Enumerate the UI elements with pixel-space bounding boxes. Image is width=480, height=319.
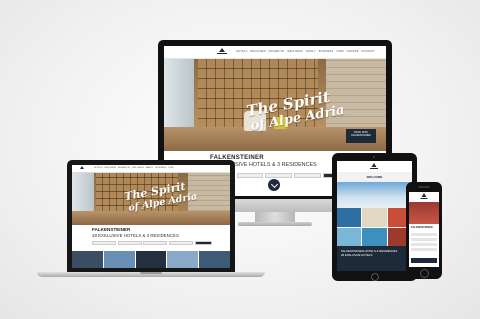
falkensteiner-logo-icon[interactable] — [368, 162, 380, 170]
nav-item[interactable]: FAMILY — [146, 167, 154, 169]
booking-search-button[interactable] — [194, 241, 212, 245]
falkensteiner-logo-icon[interactable] — [419, 193, 429, 200]
falkensteiner-logo-icon[interactable] — [77, 166, 87, 171]
tile[interactable] — [337, 208, 362, 227]
tablet-home-button[interactable] — [371, 273, 379, 281]
nav-item[interactable]: WELLNESS — [287, 50, 303, 53]
booking-field[interactable] — [168, 241, 193, 245]
nav-item[interactable]: ANGEBOTE — [268, 50, 284, 53]
laptop-hero-image: The Spirit of Alpe Adria — [72, 173, 230, 225]
booking-field[interactable] — [236, 173, 264, 178]
phone-speaker — [418, 186, 430, 188]
laptop-site-nav[interactable]: HOTELS REGIONEN ANGEBOTE WELLNESS FAMILY… — [94, 167, 174, 169]
booking-field[interactable] — [117, 241, 142, 245]
nav-item[interactable]: GRUPPE — [347, 50, 359, 53]
laptop-site-header: HOTELS REGIONEN ANGEBOTE WELLNESS FAMILY… — [72, 165, 230, 173]
teaser-tile[interactable] — [72, 251, 103, 268]
floor-decor — [72, 211, 230, 225]
nav-item[interactable]: FAMILY — [306, 50, 316, 53]
tablet-site-header — [337, 161, 412, 172]
phone-site-header — [409, 192, 439, 202]
phone-screen: FALKENSTEINER — [409, 192, 439, 267]
laptop-notch — [140, 272, 162, 274]
phone-hero-image — [409, 202, 439, 224]
tile[interactable] — [362, 227, 387, 246]
scroll-down-icon[interactable] — [268, 179, 280, 191]
laptop-screen: HOTELS REGIONEN ANGEBOTE WELLNESS FAMILY… — [72, 165, 230, 268]
phone-home-button[interactable] — [420, 269, 429, 278]
nav-item[interactable]: JOBS — [336, 50, 344, 53]
tile[interactable] — [337, 227, 362, 246]
hero-image: The Spirit of Alpe Adria BOOK NOW FALKEN… — [164, 59, 386, 151]
nav-item[interactable]: REGIONEN — [250, 50, 265, 53]
nav-item[interactable]: WELLNESS — [132, 167, 144, 169]
booking-bar — [92, 241, 212, 245]
site-header: HOTELS REGIONEN ANGEBOTE WELLNESS FAMILY… — [164, 46, 386, 59]
nav-item[interactable]: BUSINESS — [319, 50, 334, 53]
tablet-camera — [373, 156, 375, 158]
tablet-hero-image — [337, 182, 412, 208]
site-nav[interactable]: HOTELS REGIONEN ANGEBOTE WELLNESS FAMILY… — [236, 50, 375, 53]
hero-booking-badge[interactable]: BOOK NOW FALKENSTEINER — [346, 129, 376, 143]
booking-field[interactable] — [143, 241, 168, 245]
phone-search-button[interactable] — [411, 258, 437, 263]
nav-item[interactable]: KONTAKT — [361, 50, 374, 53]
falkensteiner-logo-icon[interactable] — [214, 47, 230, 57]
imac-stand-foot — [238, 222, 312, 226]
booking-field[interactable] — [294, 173, 321, 178]
tablet-footer-text: FALKENSTEINER HOTELS & RESIDENCES 28 EXK… — [341, 249, 397, 257]
tile[interactable] — [362, 208, 387, 227]
teaser-strip — [72, 251, 230, 268]
nav-item[interactable]: HOTELS — [236, 50, 248, 53]
nav-item[interactable]: HOTELS — [94, 167, 103, 169]
tablet-tile-grid — [337, 208, 412, 246]
tablet-welcome: WELCOME — [337, 172, 412, 182]
nav-item[interactable]: JOBS — [168, 167, 174, 169]
nav-item[interactable]: ANGEBOTE — [118, 167, 130, 169]
teaser-tile[interactable] — [199, 251, 230, 268]
tablet-screen: WELCOME FALKENSTEINER HOTELS & RESIDENCE… — [337, 161, 412, 271]
booking-field[interactable] — [265, 173, 293, 178]
teaser-tile[interactable] — [135, 251, 167, 268]
phone-form-field[interactable] — [411, 248, 437, 251]
nav-item[interactable]: REGIONEN — [105, 167, 117, 169]
teaser-tile[interactable] — [167, 251, 199, 268]
phone-brand-title: FALKENSTEINER — [411, 226, 433, 229]
teaser-tile[interactable] — [103, 251, 135, 268]
phone-form-field[interactable] — [411, 238, 437, 241]
phone-form-field[interactable] — [411, 233, 437, 236]
hero-badge-line2: FALKENSTEINER — [351, 134, 371, 138]
tablet-footer-line2: 28 EXKLUSIVE HOTELS — [341, 252, 373, 257]
brand-title: FALKENSTEINER — [92, 227, 131, 232]
brand-tagline: 28 EXKLUSIVE HOTELS & 3 RESIDENCES — [92, 233, 179, 238]
booking-field[interactable] — [92, 241, 117, 245]
phone-form-field[interactable] — [411, 243, 437, 246]
nav-item[interactable]: BUSINESS — [155, 167, 166, 169]
